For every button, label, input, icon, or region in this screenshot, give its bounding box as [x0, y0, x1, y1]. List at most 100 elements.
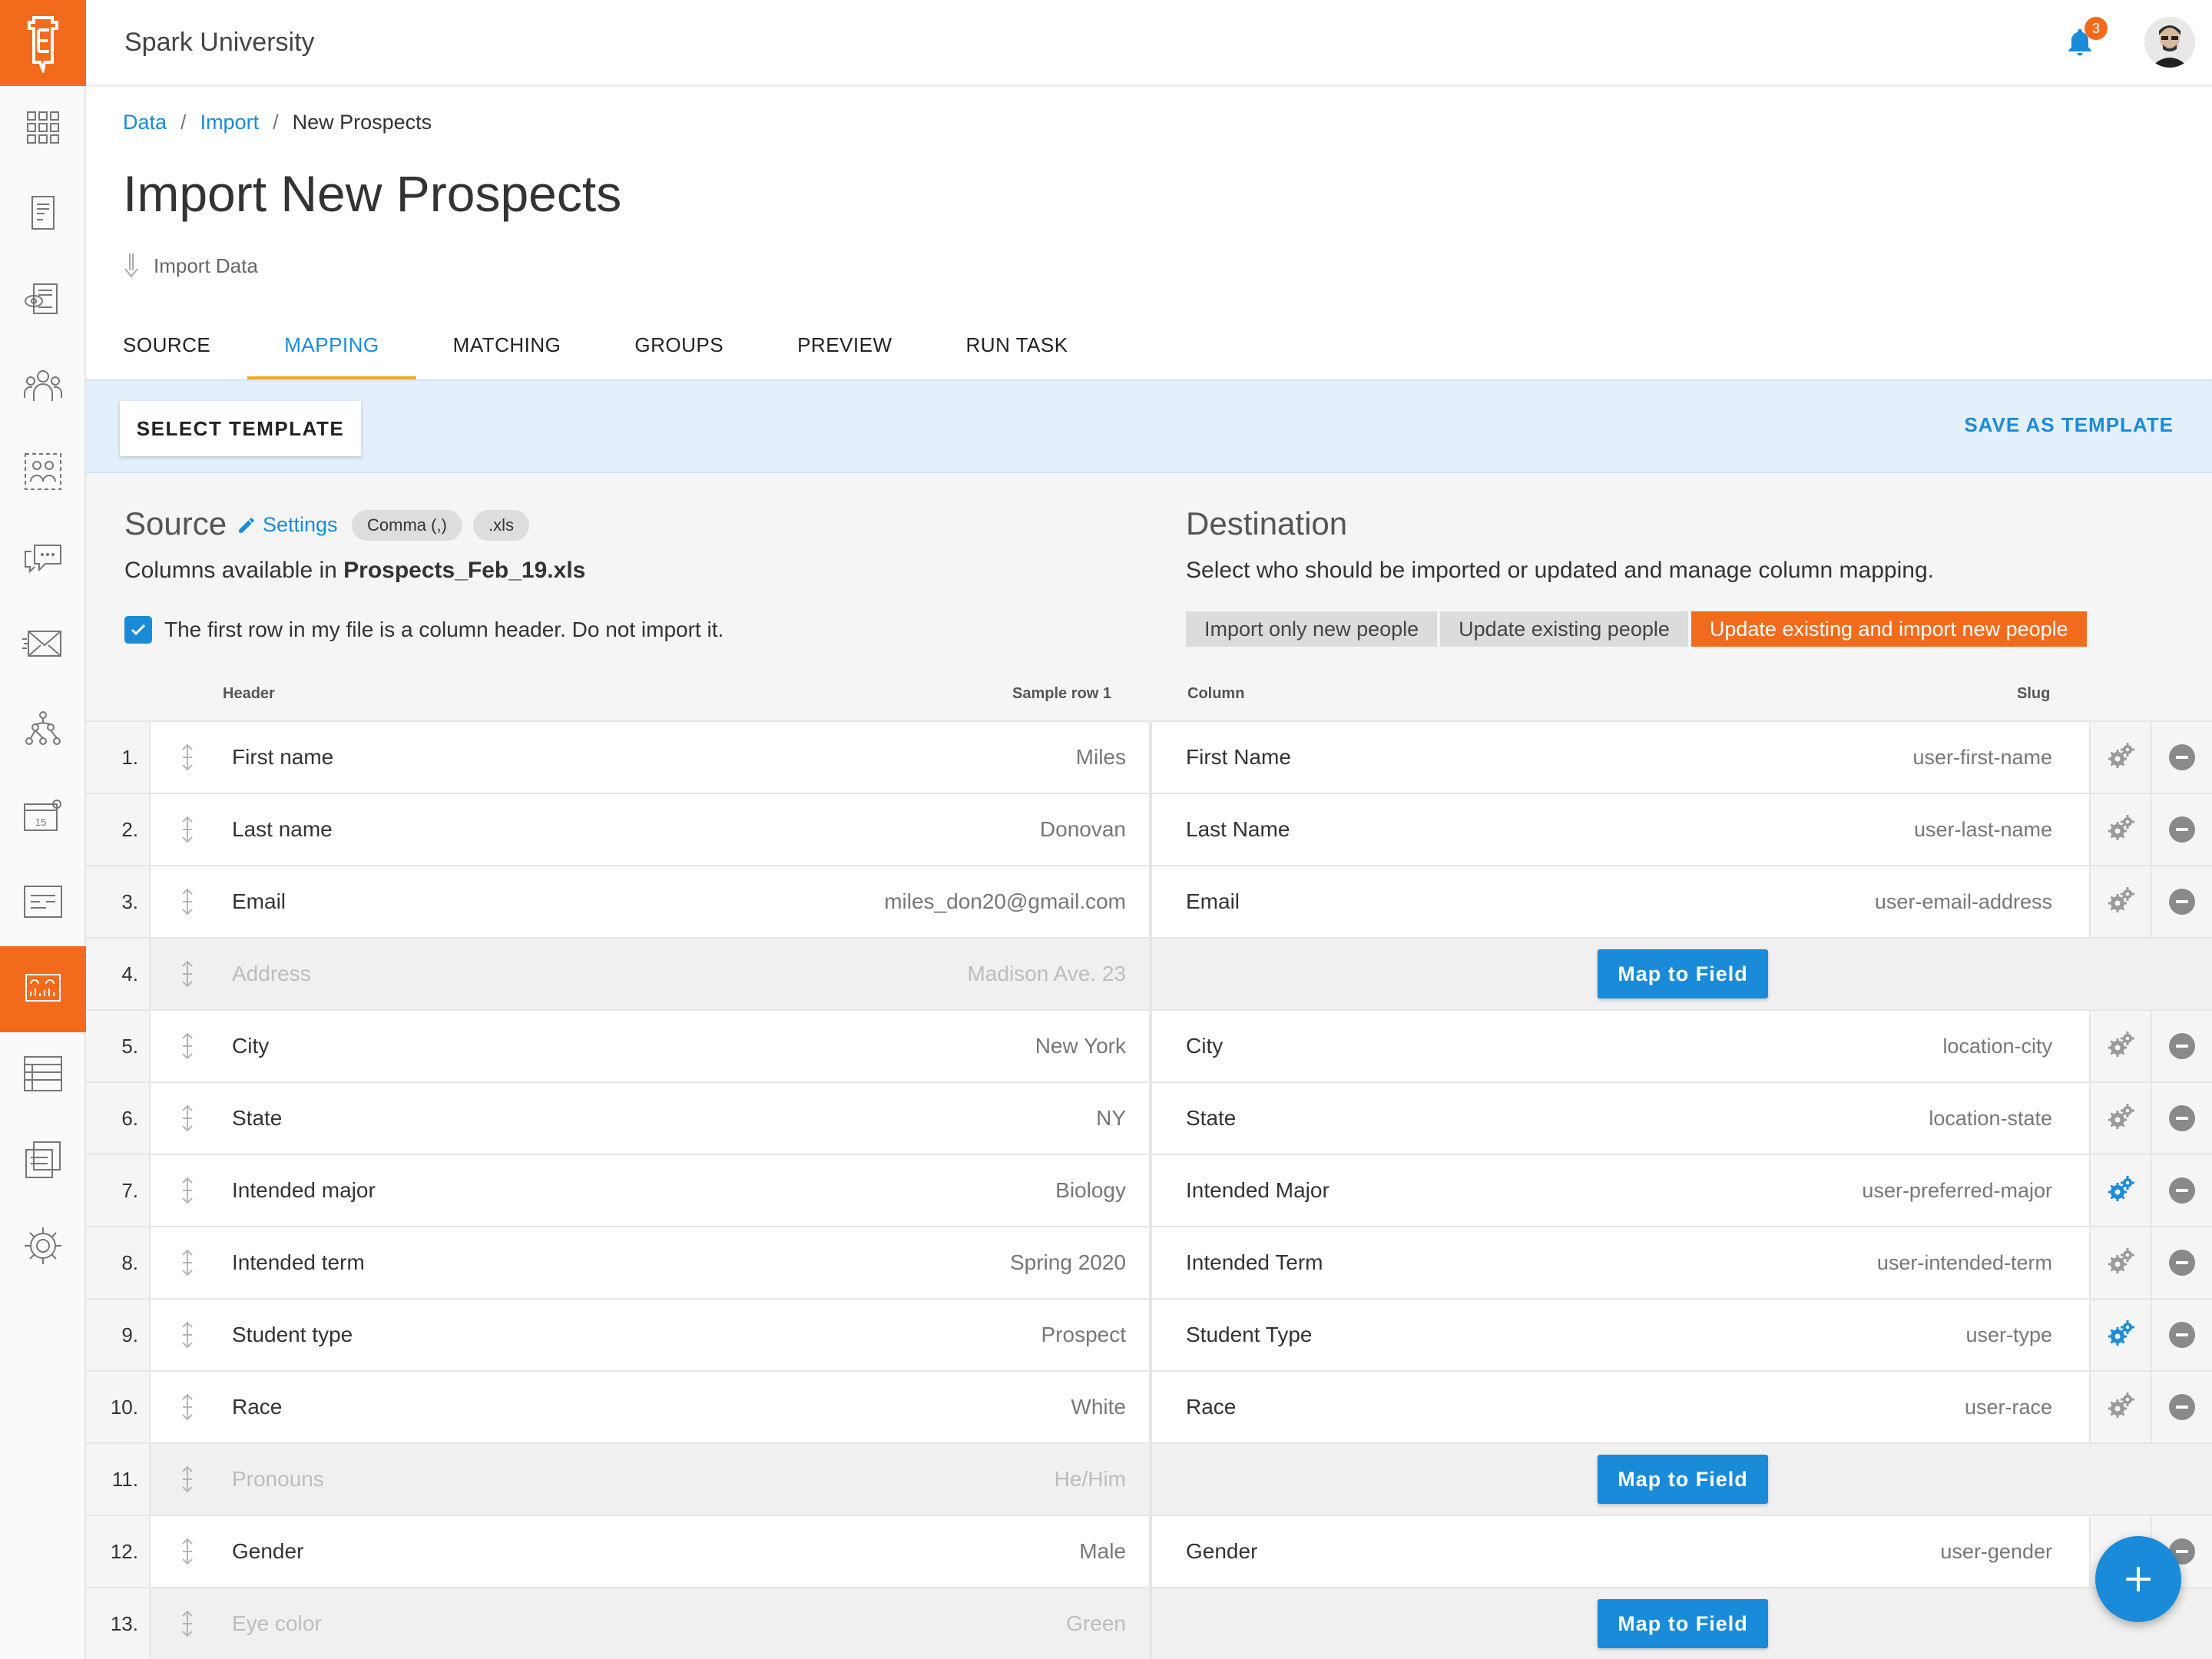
drag-handle-icon[interactable]	[180, 1610, 195, 1641]
drag-handle-icon[interactable]	[180, 1465, 195, 1497]
destination-column: First Name	[1186, 745, 1291, 769]
sidebar-item-calendar[interactable]: 15	[0, 774, 86, 860]
sample-value: miles_don20@gmail.com	[884, 889, 1126, 913]
sidebar-item-review[interactable]	[0, 258, 86, 344]
breadcrumb-import-link[interactable]: Import	[200, 111, 260, 134]
gear-icon	[2105, 740, 2136, 775]
destination-cell[interactable]: Student Type user-type	[1149, 1300, 2089, 1370]
table-row: 2. Last name Donovan Last Name user-last…	[86, 793, 2212, 865]
destination-cell[interactable]: City location-city	[1149, 1011, 2089, 1081]
tab-groups[interactable]: GROUPS	[598, 310, 760, 379]
add-mapping-button[interactable]	[2095, 1536, 2181, 1622]
remove-mapping-button[interactable]	[2151, 866, 2212, 937]
tab-mapping[interactable]: MAPPING	[247, 310, 417, 379]
field-settings-button[interactable]	[2089, 722, 2151, 793]
sidebar-item-chat[interactable]	[0, 516, 86, 602]
destination-slug: location-state	[1929, 1107, 2052, 1130]
source-title: Source	[124, 505, 227, 541]
destination-cell[interactable]: Last Name user-last-name	[1149, 794, 2089, 865]
sidebar-item-data[interactable]	[0, 946, 86, 1032]
map-to-field-button[interactable]: Map to Field	[1598, 1455, 1768, 1504]
mode-update-existing[interactable]: Update existing people	[1440, 611, 1688, 647]
sidebar-item-people[interactable]	[0, 344, 86, 430]
field-settings-button[interactable]	[2089, 1227, 2151, 1298]
drag-handle-icon[interactable]	[180, 1249, 195, 1280]
drag-handle-icon[interactable]	[180, 743, 195, 775]
source-cell: Email miles_don20@gmail.com	[149, 866, 1149, 937]
remove-mapping-button[interactable]	[2151, 1011, 2212, 1081]
sidebar-item-grid[interactable]	[0, 86, 86, 172]
header-row-checkbox[interactable]	[124, 616, 152, 644]
remove-mapping-button[interactable]	[2151, 1227, 2212, 1298]
remove-mapping-button[interactable]	[2151, 1155, 2212, 1226]
drag-handle-icon[interactable]	[180, 1538, 195, 1569]
source-header: Eye color	[232, 1611, 322, 1635]
mode-update-and-import[interactable]: Update existing and import new people	[1690, 611, 2087, 647]
breadcrumb: Data / Import / New Prospects	[123, 111, 432, 134]
table-row: 12. Gender Male Gender user-gender	[86, 1515, 2212, 1587]
sidebar-item-table[interactable]	[0, 1032, 86, 1118]
user-avatar[interactable]	[2144, 17, 2195, 68]
field-settings-button[interactable]	[2089, 1155, 2151, 1226]
select-template-button[interactable]: SELECT TEMPLATE	[120, 401, 361, 456]
drag-handle-icon[interactable]	[180, 1177, 195, 1208]
tab-source[interactable]: SOURCE	[86, 310, 247, 379]
sample-value: Miles	[1075, 745, 1126, 769]
sample-value: Biology	[1055, 1178, 1126, 1202]
drag-handle-icon[interactable]	[180, 816, 195, 847]
mode-import-only-new[interactable]: Import only new people	[1186, 611, 1438, 647]
field-settings-button[interactable]	[2089, 1372, 2151, 1442]
remove-mapping-button[interactable]	[2151, 1372, 2212, 1442]
sidebar-item-settings[interactable]	[0, 1204, 86, 1290]
field-settings-button[interactable]	[2089, 1011, 2151, 1081]
destination-cell[interactable]: Email user-email-address	[1149, 866, 2089, 937]
sidebar-item-document[interactable]	[0, 172, 86, 258]
drag-handle-icon[interactable]	[180, 888, 195, 919]
tab-run-task[interactable]: RUN TASK	[929, 310, 1105, 379]
remove-mapping-button[interactable]	[2151, 1300, 2212, 1370]
mapping-table: 1. First name Miles First Name user-firs…	[86, 720, 2212, 1659]
minus-circle-icon	[2169, 816, 2195, 843]
top-bar: Spark University 3	[86, 0, 2212, 86]
destination-column: Intended Term	[1186, 1250, 1323, 1274]
destination-cell[interactable]: First Name user-first-name	[1149, 722, 2089, 793]
destination-cell[interactable]: State location-state	[1149, 1083, 2089, 1154]
tab-preview[interactable]: PREVIEW	[760, 310, 929, 379]
destination-cell[interactable]: Gender user-gender	[1149, 1516, 2089, 1587]
source-settings-link[interactable]: Settings	[237, 513, 338, 537]
source-cell: State NY	[149, 1083, 1149, 1154]
drag-handle-icon[interactable]	[180, 1032, 195, 1064]
remove-mapping-button[interactable]	[2151, 1083, 2212, 1154]
avatar-icon	[2144, 17, 2195, 68]
slug-column-label: Slug	[2017, 685, 2051, 702]
destination-cell[interactable]: Intended Major user-preferred-major	[1149, 1155, 2089, 1226]
breadcrumb-data-link[interactable]: Data	[123, 111, 167, 134]
app-logo[interactable]	[0, 0, 86, 86]
field-settings-button[interactable]	[2089, 866, 2151, 937]
sidebar-item-files[interactable]	[0, 1118, 86, 1204]
sidebar-item-mail[interactable]	[0, 602, 86, 688]
field-settings-button[interactable]	[2089, 794, 2151, 865]
map-to-field-button[interactable]: Map to Field	[1598, 1599, 1768, 1648]
table-icon	[23, 1055, 63, 1096]
sidebar-item-workflow[interactable]	[0, 688, 86, 774]
drag-handle-icon[interactable]	[180, 1104, 195, 1136]
drag-handle-icon[interactable]	[180, 960, 195, 992]
remove-mapping-button[interactable]	[2151, 794, 2212, 865]
field-settings-button[interactable]	[2089, 1083, 2151, 1154]
field-settings-button[interactable]	[2089, 1300, 2151, 1370]
destination-cell[interactable]: Intended Term user-intended-term	[1149, 1227, 2089, 1298]
remove-mapping-button[interactable]	[2151, 722, 2212, 793]
save-as-template-link[interactable]: SAVE AS TEMPLATE	[1964, 413, 2174, 437]
drag-handle-icon[interactable]	[180, 1393, 195, 1425]
sidebar-item-forms[interactable]	[0, 860, 86, 946]
tab-matching[interactable]: MATCHING	[416, 310, 598, 379]
table-row: 4. Address Madison Ave. 23 Map to Field	[86, 937, 2212, 1009]
map-to-field-button[interactable]: Map to Field	[1598, 949, 1768, 998]
review-icon	[23, 281, 63, 322]
minus-circle-icon	[2169, 1394, 2195, 1420]
drag-handle-icon[interactable]	[180, 1321, 195, 1353]
destination-column: Intended Major	[1186, 1178, 1330, 1202]
sidebar-item-groups[interactable]	[0, 430, 86, 516]
destination-cell[interactable]: Race user-race	[1149, 1372, 2089, 1442]
